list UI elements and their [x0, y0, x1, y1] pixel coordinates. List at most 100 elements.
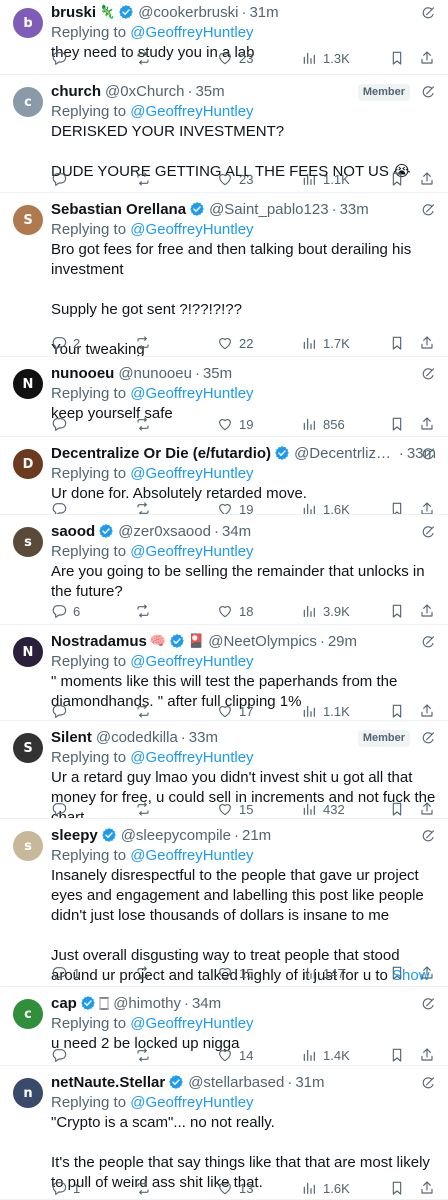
mention-link[interactable]: @GeoffreyHuntley: [130, 1094, 253, 1111]
share-button[interactable]: [419, 1180, 435, 1196]
share-button[interactable]: [419, 1047, 435, 1063]
grok-button[interactable]: [406, 200, 436, 220]
reply-button[interactable]: [51, 801, 73, 817]
repost-button[interactable]: [135, 501, 157, 514]
user-handle[interactable]: @himothy: [113, 994, 181, 1014]
views-button[interactable]: 1.1K: [301, 703, 350, 719]
mention-link[interactable]: @GeoffreyHuntley: [130, 653, 253, 670]
display-name[interactable]: church: [51, 82, 101, 102]
timestamp[interactable]: 31m: [295, 1073, 324, 1093]
user-handle[interactable]: @Saint_pablo123: [209, 200, 329, 220]
avatar[interactable]: n: [13, 1078, 43, 1108]
views-button[interactable]: 3.9K: [301, 603, 350, 619]
reply-button[interactable]: 2: [51, 335, 80, 351]
reply-item[interactable]: s sleepy @sleepycompile · 21m Replying to @Ge…: [0, 819, 448, 987]
avatar[interactable]: c: [13, 87, 43, 117]
mention-link[interactable]: @GeoffreyHuntley: [130, 847, 253, 864]
reply-button[interactable]: 6: [51, 603, 80, 619]
timestamp[interactable]: 35m: [203, 364, 232, 384]
display-name[interactable]: Sebastian Orellana: [51, 200, 186, 220]
avatar[interactable]: s: [13, 527, 43, 557]
grok-button[interactable]: [406, 1073, 436, 1093]
reply-item[interactable]: S Sebastian Orellana @Saint_pablo123 · 33m Re…: [0, 193, 448, 357]
repost-button[interactable]: [135, 965, 157, 981]
repost-button[interactable]: [135, 603, 157, 619]
user-handle[interactable]: @cookerbruski: [138, 3, 238, 23]
avatar[interactable]: c: [13, 999, 43, 1029]
reply-item[interactable]: s saood @zer0xsaood · 34m Replying to @Geoffr…: [0, 515, 448, 625]
mention-link[interactable]: @GeoffreyHuntley: [130, 103, 253, 120]
timestamp[interactable]: 35m: [195, 82, 224, 102]
like-button[interactable]: 19: [217, 501, 253, 514]
grok-button[interactable]: [406, 82, 436, 102]
display-name[interactable]: cap: [51, 994, 77, 1014]
bookmark-button[interactable]: [389, 50, 405, 66]
repost-button[interactable]: [135, 416, 157, 432]
timestamp[interactable]: 21m: [242, 826, 271, 846]
views-button[interactable]: 1.6K: [301, 501, 350, 514]
user-handle[interactable]: @zer0xsaood: [118, 522, 211, 542]
user-handle[interactable]: @NeetOlympics: [208, 632, 317, 652]
share-button[interactable]: [419, 50, 435, 66]
display-name[interactable]: nunooeu: [51, 364, 114, 384]
avatar[interactable]: D: [13, 449, 43, 479]
reply-button[interactable]: [51, 50, 73, 66]
reply-button[interactable]: [51, 1047, 73, 1063]
repost-button[interactable]: [135, 801, 157, 817]
bookmark-button[interactable]: [389, 703, 405, 719]
grok-button[interactable]: [406, 3, 436, 23]
share-button[interactable]: [419, 703, 435, 719]
like-button[interactable]: 23: [217, 171, 253, 187]
reply-item[interactable]: D Decentralize Or Die (e/futardio) @Decent…: [0, 437, 448, 515]
avatar[interactable]: N: [13, 637, 43, 667]
timestamp[interactable]: 34m: [192, 994, 221, 1014]
grok-button[interactable]: [406, 364, 436, 384]
like-button[interactable]: 18: [217, 603, 253, 619]
grok-button[interactable]: [406, 522, 436, 542]
mention-link[interactable]: @GeoffreyHuntley: [130, 221, 253, 238]
share-button[interactable]: [419, 501, 435, 514]
bookmark-button[interactable]: [389, 335, 405, 351]
mention-link[interactable]: @GeoffreyHuntley: [130, 543, 253, 560]
avatar[interactable]: N: [13, 369, 43, 399]
reply-item[interactable]: n netNaute.Stellar @stellarbased · 31m Replyi…: [0, 1066, 448, 1200]
views-button[interactable]: 147: [301, 965, 345, 981]
mention-link[interactable]: @GeoffreyHuntley: [130, 385, 253, 402]
like-button[interactable]: 15: [217, 965, 253, 981]
user-handle[interactable]: @stellarbased: [188, 1073, 284, 1093]
like-button[interactable]: 13: [217, 1180, 253, 1196]
bookmark-button[interactable]: [389, 965, 405, 981]
grok-button[interactable]: [406, 444, 436, 464]
bookmark-button[interactable]: [389, 603, 405, 619]
timestamp[interactable]: 29m: [328, 632, 357, 652]
repost-button[interactable]: [135, 335, 157, 351]
like-button[interactable]: 17: [217, 703, 253, 719]
bookmark-button[interactable]: [389, 1180, 405, 1196]
timestamp[interactable]: 33m: [340, 200, 369, 220]
reply-button[interactable]: 1: [51, 965, 80, 981]
user-handle[interactable]: @nunooeu: [118, 364, 192, 384]
display-name[interactable]: saood: [51, 522, 95, 542]
mention-link[interactable]: @GeoffreyHuntley: [130, 465, 253, 482]
like-button[interactable]: 23: [217, 50, 253, 66]
mention-link[interactable]: @GeoffreyHuntley: [130, 1015, 253, 1032]
views-button[interactable]: 856: [301, 416, 345, 432]
reply-button[interactable]: [51, 703, 73, 719]
avatar[interactable]: S: [13, 733, 43, 763]
repost-button[interactable]: [135, 703, 157, 719]
display-name[interactable]: sleepy: [51, 826, 98, 846]
grok-button[interactable]: [406, 994, 436, 1014]
reply-button[interactable]: [51, 171, 73, 187]
timestamp[interactable]: 33m: [189, 728, 218, 748]
views-button[interactable]: 1.1K: [301, 171, 350, 187]
mention-link[interactable]: @GeoffreyHuntley: [130, 749, 253, 766]
avatar[interactable]: b: [13, 8, 43, 38]
like-button[interactable]: 15: [217, 801, 253, 817]
bookmark-button[interactable]: [389, 171, 405, 187]
timestamp[interactable]: 34m: [222, 522, 251, 542]
reply-item[interactable]: c church @0xChurch · 35m Member Replying to @G…: [0, 75, 448, 193]
timestamp[interactable]: 31m: [249, 3, 278, 23]
bookmark-button[interactable]: [389, 501, 405, 514]
user-handle[interactable]: @sleepycompile: [121, 826, 231, 846]
reply-button[interactable]: [51, 416, 73, 432]
